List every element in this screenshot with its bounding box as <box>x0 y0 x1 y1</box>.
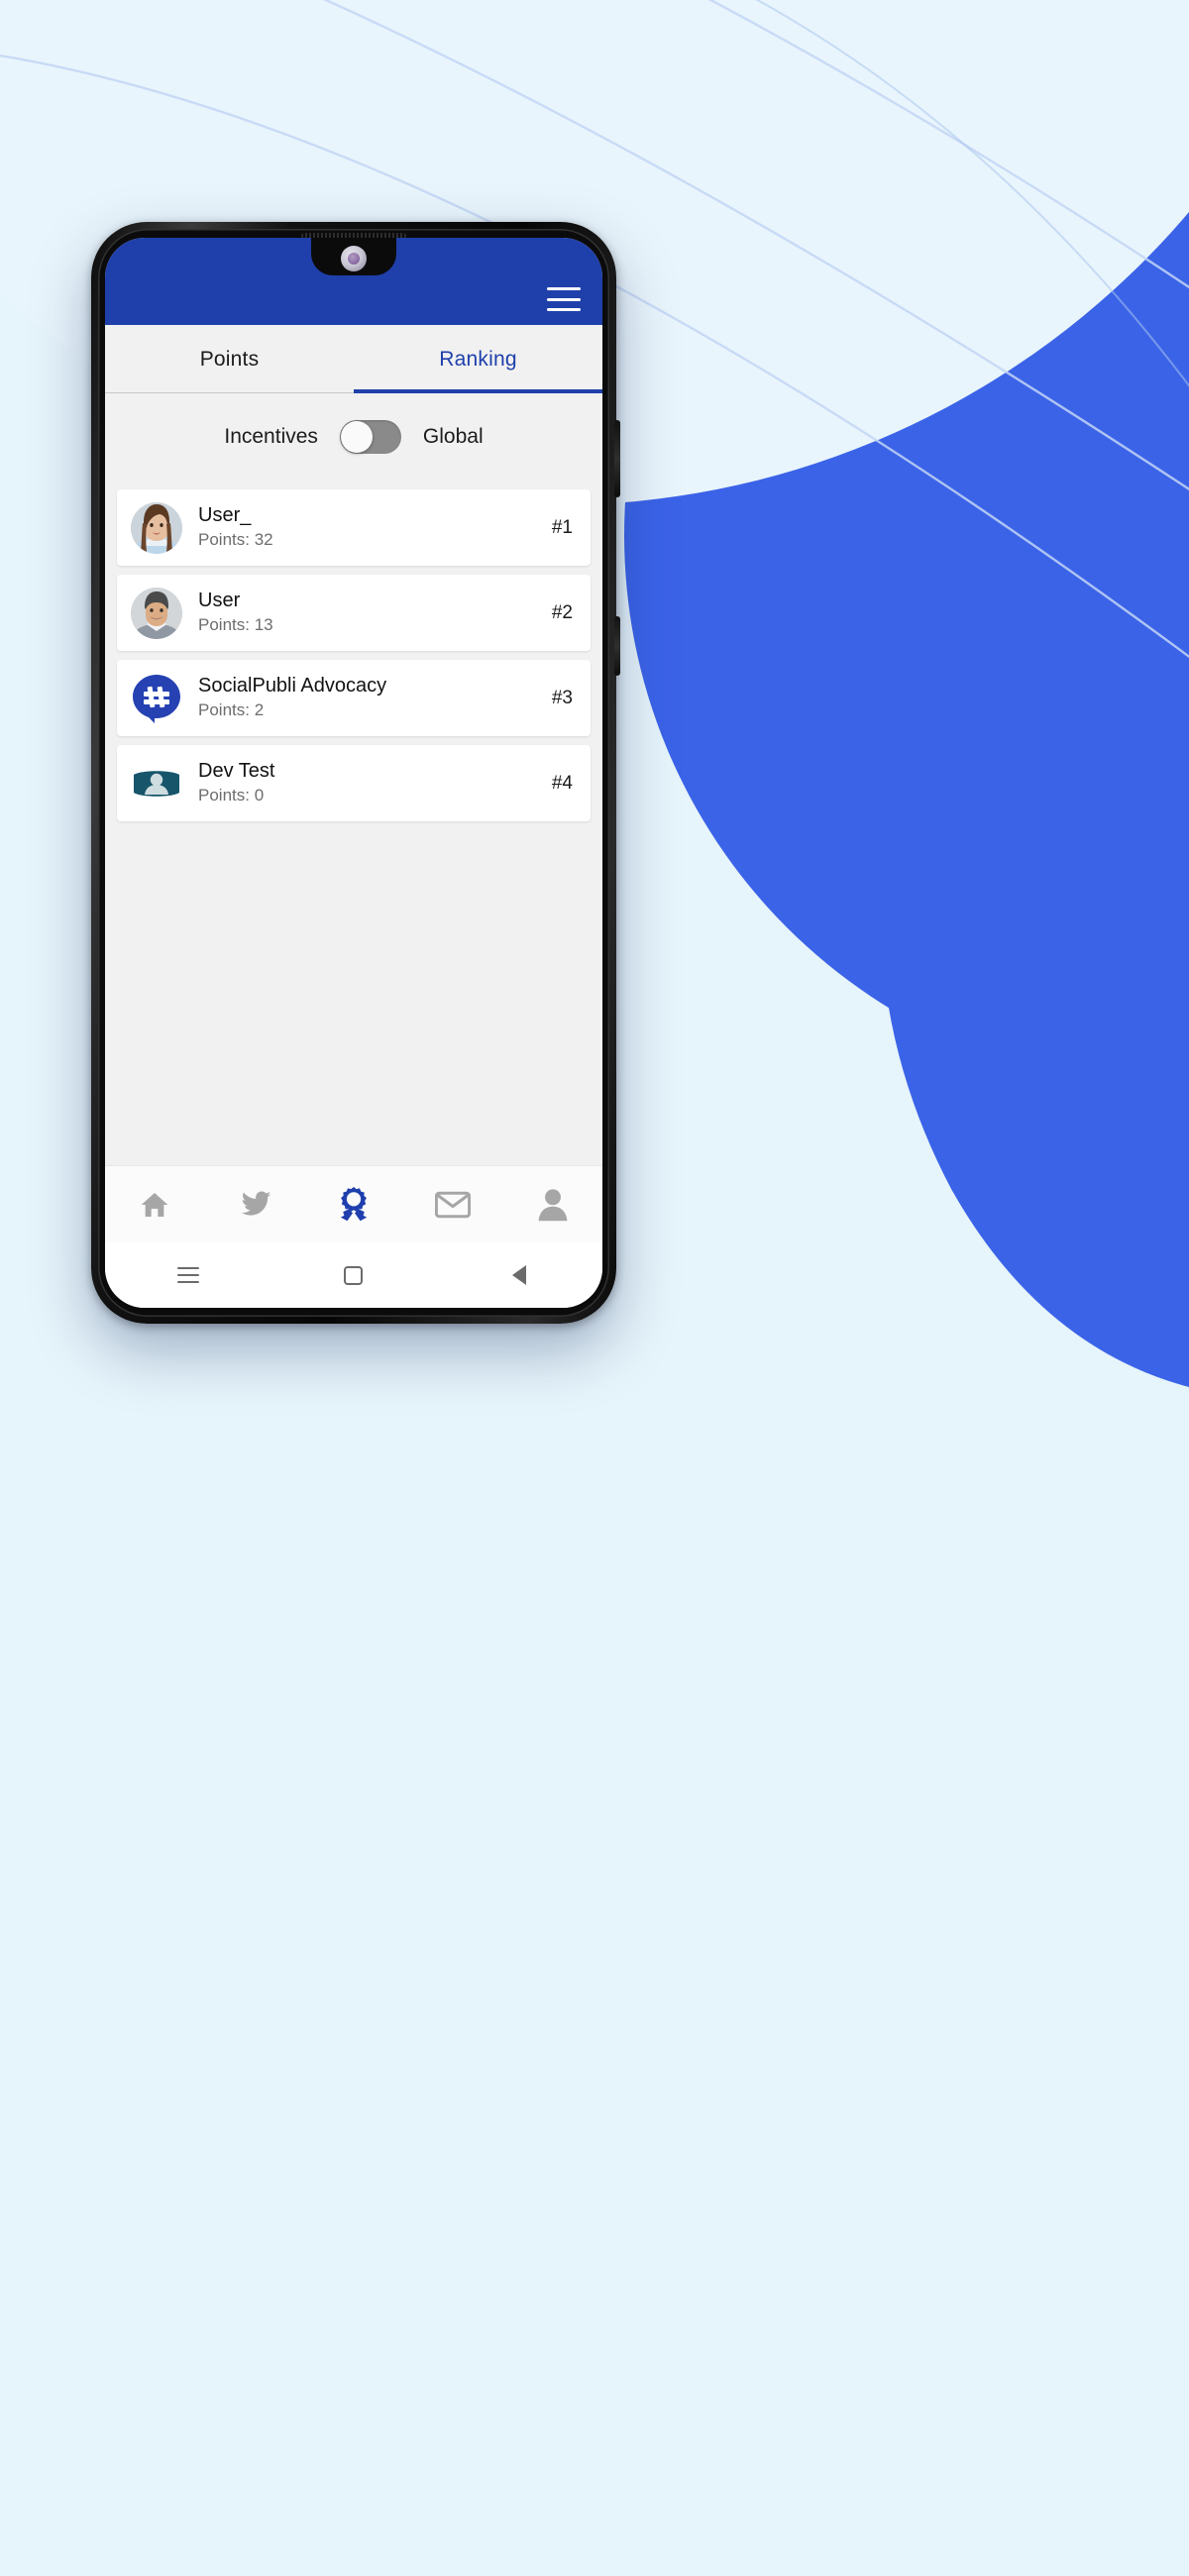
nav-item-home[interactable] <box>105 1189 204 1221</box>
power-button[interactable] <box>614 616 620 676</box>
volume-button[interactable] <box>614 420 620 497</box>
avatar <box>131 501 182 554</box>
recents-button[interactable] <box>105 1267 270 1283</box>
list-item-name: User_ <box>198 503 252 526</box>
active-tab-indicator <box>354 389 602 393</box>
avatar <box>131 673 182 724</box>
list-item-rank: #1 <box>551 516 573 538</box>
twitter-bird-icon <box>241 1191 271 1216</box>
list-item-points: Points: 13 <box>198 615 273 635</box>
placeholder-person-avatar <box>134 770 179 797</box>
tab-bar: Points Ranking <box>105 325 602 393</box>
hamburger-menu-icon[interactable] <box>547 287 581 311</box>
list-item-name: User <box>198 589 241 611</box>
phone-device: Points Ranking Incentives Global User_ P… <box>91 222 620 1324</box>
back-triangle-icon <box>512 1265 527 1285</box>
list-item[interactable]: User Points: 13 #2 <box>117 575 591 651</box>
list-item-points: Points: 32 <box>198 530 273 550</box>
tab-ranking-label: Ranking <box>439 347 517 371</box>
list-item-rank: #3 <box>551 687 573 708</box>
list-item[interactable]: Dev Test Points: 0 #4 <box>117 745 591 821</box>
nav-item-twitter[interactable] <box>204 1190 303 1220</box>
home-button[interactable] <box>270 1265 436 1285</box>
list-item-text: User_ Points: 32 <box>198 504 542 552</box>
award-ribbon-icon <box>340 1186 368 1221</box>
list-item-points: Points: 2 <box>198 700 265 720</box>
nav-item-ranking[interactable] <box>304 1186 403 1224</box>
front-camera-icon <box>341 246 367 271</box>
envelope-icon <box>435 1191 472 1218</box>
nav-item-messages[interactable] <box>403 1191 502 1219</box>
toggle-knob <box>340 421 373 453</box>
list-item[interactable]: SocialPubli Advocacy Points: 2 #3 <box>117 660 591 736</box>
list-item[interactable]: User_ Points: 32 #1 <box>117 489 591 566</box>
incentives-global-toggle[interactable] <box>339 420 401 454</box>
socialpubli-hashtag-logo <box>133 674 180 723</box>
list-item-name: Dev Test <box>198 759 275 782</box>
home-icon <box>141 1192 168 1217</box>
person-icon <box>538 1188 568 1221</box>
nav-item-profile[interactable] <box>503 1188 602 1222</box>
android-system-bar <box>105 1242 602 1308</box>
back-button[interactable] <box>437 1265 602 1285</box>
list-item-text: Dev Test Points: 0 <box>198 760 542 807</box>
incentives-label: Incentives <box>224 425 318 448</box>
home-square-icon <box>344 1265 364 1285</box>
avatar <box>131 587 182 639</box>
tab-points-label: Points <box>199 347 260 371</box>
global-label: Global <box>422 425 484 448</box>
list-item-text: SocialPubli Advocacy Points: 2 <box>198 675 542 722</box>
ranking-list: User_ Points: 32 #1 User Points: 13 #2 S… <box>105 481 602 1165</box>
recents-icon <box>176 1267 199 1283</box>
tab-ranking[interactable]: Ranking <box>354 325 602 393</box>
list-item-text: User Points: 13 <box>198 590 542 637</box>
display-notch <box>311 238 396 275</box>
tab-points[interactable]: Points <box>105 325 354 393</box>
scope-filter-row: Incentives Global <box>105 393 602 481</box>
list-item-points: Points: 0 <box>198 786 265 805</box>
list-item-rank: #2 <box>551 601 573 623</box>
phone-screen: Points Ranking Incentives Global User_ P… <box>105 238 602 1308</box>
avatar <box>131 758 182 809</box>
list-item-rank: #4 <box>551 772 573 794</box>
list-item-name: SocialPubli Advocacy <box>198 674 387 697</box>
bottom-navigation <box>105 1165 602 1242</box>
